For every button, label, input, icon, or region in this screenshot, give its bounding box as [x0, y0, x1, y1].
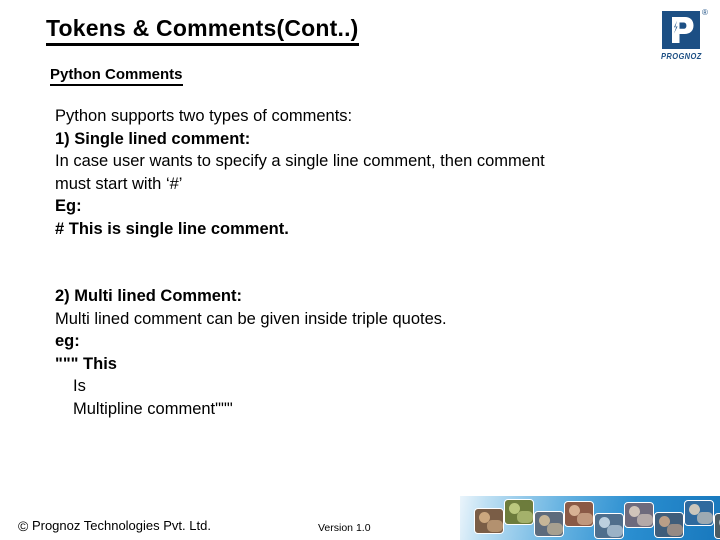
single-comment-heading: 1) Single lined comment: — [55, 129, 251, 148]
single-comment-example: # This is single line comment. — [55, 219, 289, 238]
banner-thumbnail — [624, 502, 654, 528]
registered-trademark-icon: ® — [702, 8, 708, 17]
logo-brand-name: PROGNOZ — [661, 51, 702, 62]
multi-comment-line-1: Multi lined comment can be given inside … — [55, 309, 447, 328]
copyright-icon: © — [18, 518, 29, 534]
intro-text: Python supports two types of comments: — [55, 107, 353, 125]
single-line-comment-block: Python supports two types of comments: 1… — [55, 105, 545, 240]
banner-thumbnail — [504, 499, 534, 525]
multi-comment-example-line-2: Is — [73, 377, 86, 395]
logo-letter-p-icon — [672, 17, 694, 43]
banner-thumbnail — [684, 500, 714, 526]
banner-thumbnail — [564, 501, 594, 527]
banner-thumbnail — [654, 512, 684, 538]
multi-comment-heading: 2) Multi lined Comment: — [55, 287, 242, 305]
multi-comment-example-line-3: Multipline comment""" — [73, 399, 233, 418]
footer-copyright: © Prognoz Technologies Pvt. Ltd. — [18, 518, 211, 534]
multi-line-comment-block: 2) Multi lined Comment: Multi lined comm… — [55, 285, 447, 420]
single-comment-line-2: must start with ‘#’ — [55, 174, 183, 193]
section-sub-heading: Python Comments — [50, 65, 183, 86]
single-comment-line-1: In case user wants to specify a single l… — [55, 152, 545, 170]
prognoz-logo: ® PROGNOZ — [658, 8, 712, 68]
banner-thumbnail — [594, 513, 624, 539]
banner-thumbnail — [714, 513, 720, 539]
slide-canvas: Tokens & Comments(Cont..) Python Comment… — [0, 0, 720, 540]
multi-comment-eg-label: eg: — [55, 332, 80, 350]
single-comment-eg-label: Eg: — [55, 197, 82, 215]
banner-thumbnail — [474, 508, 504, 534]
page-title: Tokens & Comments(Cont..) — [46, 14, 359, 46]
footer-version: Version 1.0 — [318, 522, 371, 534]
banner-thumbnail — [534, 511, 564, 537]
multi-comment-example-line-1: """ This — [55, 354, 117, 373]
footer-company-name: Prognoz Technologies Pvt. Ltd. — [31, 518, 211, 533]
photo-banner — [460, 496, 720, 540]
